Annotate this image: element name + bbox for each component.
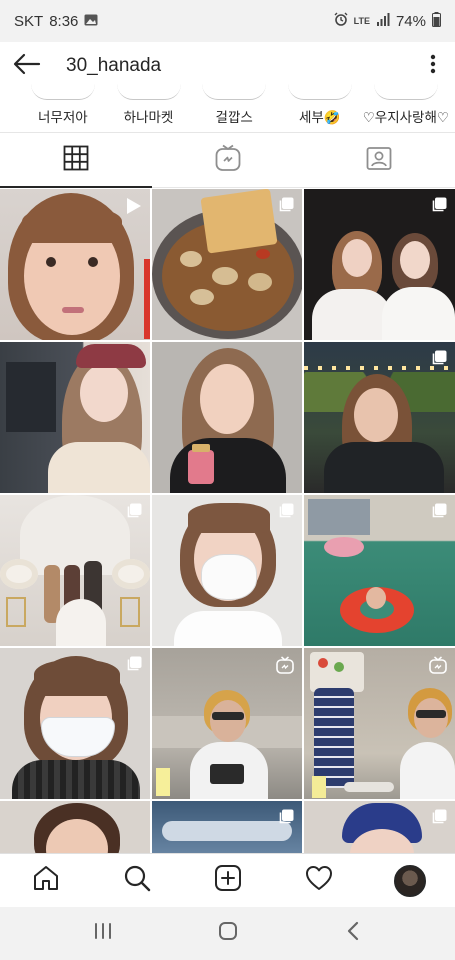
bottom-navigation <box>0 853 455 907</box>
carousel-badge-icon <box>126 656 142 677</box>
highlight-ring <box>373 84 438 100</box>
back-system-button[interactable] <box>323 907 383 960</box>
grid-post[interactable] <box>304 342 455 493</box>
status-right: LTE 74% <box>334 11 441 31</box>
carousel-badge-icon <box>431 350 447 371</box>
igtv-badge-icon <box>276 656 294 679</box>
grid-post[interactable] <box>304 189 455 340</box>
more-vertical-icon <box>430 54 436 79</box>
highlight-ring <box>202 84 267 100</box>
clock: 8:36 <box>49 12 79 30</box>
grid-post[interactable] <box>304 648 455 799</box>
highlight-label: ♡우지사랑해♡ <box>362 110 449 125</box>
nav-activity[interactable] <box>289 854 349 908</box>
carousel-badge-icon <box>278 503 294 524</box>
profile-avatar <box>393 864 426 897</box>
story-highlights: 너무저아 하나마켓 걸깝스 세부🤣 ♡우지사랑해♡ <box>0 90 455 132</box>
recent-apps-icon <box>93 922 113 945</box>
tab-grid[interactable] <box>0 133 152 188</box>
highlight-item[interactable]: 세부🤣 <box>277 90 363 132</box>
highlight-label: 하나마켓 <box>123 110 174 125</box>
highlight-label: 세부🤣 <box>299 110 341 125</box>
nav-new-post[interactable] <box>198 854 258 908</box>
highlight-item[interactable]: ♡우지사랑해♡ <box>363 90 449 132</box>
highlight-item[interactable]: 너무저아 <box>20 90 106 132</box>
highlight-label: 너무저아 <box>37 110 88 125</box>
igtv-badge-icon <box>429 656 447 679</box>
tagged-icon <box>366 145 392 176</box>
grid-post[interactable] <box>0 648 150 799</box>
highlight-item[interactable]: 하나마켓 <box>106 90 192 132</box>
more-options-button[interactable] <box>413 42 453 90</box>
carousel-badge-icon <box>126 503 142 524</box>
carousel-badge-icon <box>431 809 447 830</box>
status-bar: SKT 8:36 LTE 74% <box>0 0 455 42</box>
home-icon <box>32 864 60 897</box>
grid-post[interactable] <box>0 801 150 853</box>
status-left: SKT 8:36 <box>14 13 98 30</box>
grid-post[interactable] <box>0 342 150 493</box>
system-navigation-bar <box>0 907 455 960</box>
carousel-badge-icon <box>278 809 294 830</box>
carrier-label: SKT <box>14 12 44 30</box>
chevron-left-icon <box>346 921 360 946</box>
search-icon <box>123 864 151 897</box>
grid-icon <box>63 145 89 176</box>
igtv-icon <box>215 144 241 177</box>
grid-post[interactable] <box>0 189 150 340</box>
grid-post[interactable] <box>152 495 302 646</box>
home-button[interactable] <box>198 907 258 960</box>
add-post-icon <box>214 864 242 897</box>
gallery-notification-icon <box>84 13 98 30</box>
grid-post[interactable] <box>0 495 150 646</box>
posts-grid <box>0 189 455 853</box>
highlight-ring <box>287 84 352 100</box>
back-arrow-icon <box>13 53 41 80</box>
tab-igtv[interactable] <box>151 133 304 188</box>
highlight-ring <box>30 84 95 100</box>
nav-profile[interactable] <box>380 854 440 908</box>
profile-username: 30_hanada <box>66 55 162 76</box>
grid-post[interactable] <box>304 495 455 646</box>
alarm-icon <box>334 12 348 30</box>
back-button[interactable] <box>2 42 52 90</box>
carousel-badge-icon <box>431 197 447 218</box>
carousel-badge-icon <box>431 503 447 524</box>
home-circle-icon <box>218 921 238 946</box>
grid-post[interactable] <box>152 801 302 853</box>
carousel-badge-icon <box>278 197 294 218</box>
network-type-label: LTE <box>353 15 370 26</box>
profile-header: 30_hanada <box>0 42 455 90</box>
signal-icon <box>376 12 390 30</box>
grid-post[interactable] <box>152 648 302 799</box>
battery-icon <box>432 11 441 31</box>
video-badge-icon <box>126 197 142 220</box>
grid-post[interactable] <box>152 342 302 493</box>
battery-percent: 74% <box>395 12 426 30</box>
highlight-ring <box>116 84 181 100</box>
highlight-item[interactable]: 걸깝스 <box>191 90 277 132</box>
heart-icon <box>305 865 333 896</box>
nav-search[interactable] <box>107 854 167 908</box>
highlight-label: 걸깝스 <box>215 110 253 125</box>
grid-post[interactable] <box>304 801 455 853</box>
profile-tabs <box>0 132 455 188</box>
recent-apps-button[interactable] <box>73 907 133 960</box>
grid-post[interactable] <box>152 189 302 340</box>
nav-home[interactable] <box>16 854 76 908</box>
tab-tagged[interactable] <box>303 133 455 188</box>
